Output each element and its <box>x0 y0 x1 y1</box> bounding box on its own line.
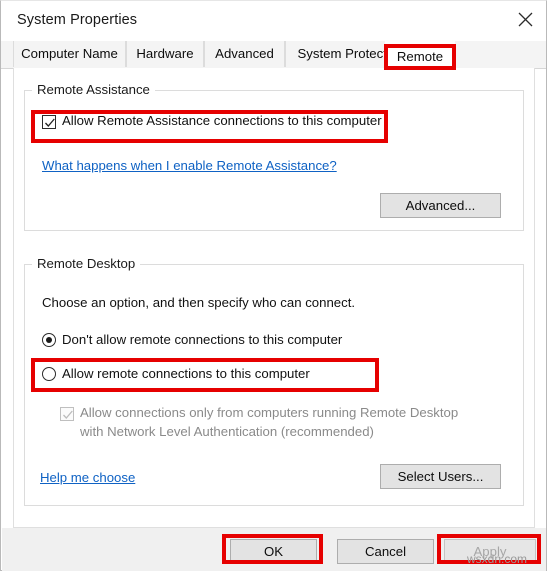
advanced-button[interactable]: Advanced... <box>380 193 501 218</box>
radio-allow-label[interactable]: Allow remote connections to this compute… <box>62 366 310 381</box>
help-me-choose-link[interactable]: Help me choose <box>40 470 135 485</box>
tab-remote[interactable]: Remote <box>384 44 456 70</box>
tab-advanced[interactable]: Advanced <box>204 41 285 67</box>
select-users-button[interactable]: Select Users... <box>380 464 501 489</box>
system-properties-dialog: System Properties Computer Name Hardware… <box>0 0 547 571</box>
nla-checkbox-label-line2: with Network Level Authentication (recom… <box>80 424 374 439</box>
dialog-footer: OK Cancel Apply <box>2 528 546 571</box>
remote-tab-panel: Remote Assistance Allow Remote Assistanc… <box>13 68 535 528</box>
watermark: wsxdn.com <box>467 552 528 566</box>
close-icon <box>518 12 533 27</box>
allow-remote-assistance-checkbox[interactable] <box>42 115 56 129</box>
radio-allow-remote-connections[interactable] <box>42 367 56 381</box>
remote-assistance-help-link[interactable]: What happens when I enable Remote Assist… <box>42 158 337 173</box>
title-bar: System Properties <box>1 1 546 41</box>
remote-desktop-instruction: Choose an option, and then specify who c… <box>42 295 356 310</box>
nla-checkbox-label-line1: Allow connections only from computers ru… <box>80 405 459 420</box>
radio-selected-dot <box>45 336 52 343</box>
cancel-button[interactable]: Cancel <box>337 539 434 564</box>
allow-remote-assistance-label[interactable]: Allow Remote Assistance connections to t… <box>62 113 382 128</box>
window-title: System Properties <box>17 12 138 28</box>
checkmark-icon <box>45 118 55 127</box>
ok-button[interactable]: OK <box>230 539 317 564</box>
close-button[interactable] <box>506 1 546 39</box>
remote-assistance-group-label: Remote Assistance <box>32 83 155 97</box>
radio-dont-allow-label[interactable]: Don't allow remote connections to this c… <box>62 332 342 347</box>
remote-desktop-group-label: Remote Desktop <box>32 257 141 271</box>
tab-strip: Computer Name Hardware Advanced System P… <box>1 41 546 69</box>
checkmark-icon <box>63 410 73 419</box>
radio-dont-allow-remote-connections[interactable] <box>42 333 56 347</box>
tab-computer-name[interactable]: Computer Name <box>13 41 126 67</box>
tab-hardware[interactable]: Hardware <box>126 41 204 67</box>
nla-checkbox <box>60 407 74 421</box>
